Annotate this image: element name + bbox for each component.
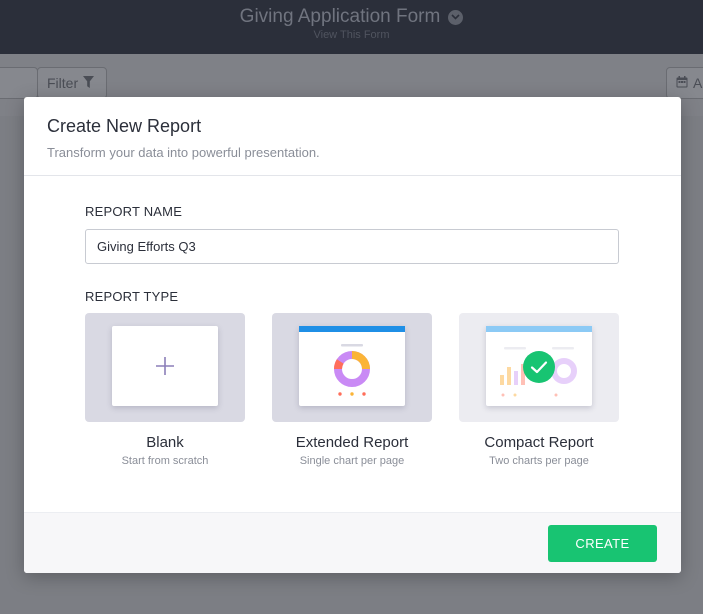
report-name-label: REPORT NAME xyxy=(85,204,183,219)
compact-paper xyxy=(486,326,592,406)
report-type-label-blank: Blank xyxy=(146,434,184,451)
check-icon xyxy=(523,351,555,383)
calendar-icon xyxy=(676,75,688,91)
date-range-label: A xyxy=(693,75,703,91)
extended-paper xyxy=(299,326,405,406)
filter-icon xyxy=(83,75,95,91)
plus-icon xyxy=(156,357,174,375)
date-range-button[interactable]: A xyxy=(666,67,703,99)
view-form-link[interactable]: View This Form xyxy=(0,29,703,41)
report-type-subtitle-blank: Start from scratch xyxy=(121,455,209,467)
report-type-subtitle-compact: Two charts per page xyxy=(489,455,589,467)
report-type-subtitle-extended: Single chart per page xyxy=(299,455,405,467)
form-title[interactable]: Giving Application Form xyxy=(0,6,703,28)
modal-footer: CREATE xyxy=(24,512,681,573)
modal-title: Create New Report xyxy=(47,116,202,136)
report-type-label: REPORT TYPE xyxy=(85,289,179,304)
filter-label: Filter xyxy=(47,75,79,91)
create-report-modal: Create New Report Transform your data in… xyxy=(24,97,681,573)
compact-report-thumbnail xyxy=(459,313,619,422)
create-button[interactable]: CREATE xyxy=(548,525,657,562)
report-type-blank[interactable]: Blank Start from scratch xyxy=(85,313,245,467)
blank-thumbnail xyxy=(85,313,245,422)
extended-report-illustration xyxy=(299,326,405,396)
modal-header: Create New Report Transform your data in… xyxy=(24,97,681,176)
report-name-input[interactable] xyxy=(85,229,619,264)
blank-paper xyxy=(112,326,218,406)
report-type-extended[interactable]: Extended Report Single chart per page xyxy=(272,313,432,467)
modal-body: REPORT NAME REPORT TYPE Blank Start from… xyxy=(24,177,681,513)
extended-report-thumbnail xyxy=(272,313,432,422)
app-header: Giving Application Form View This Form xyxy=(0,0,703,54)
chevron-down-icon[interactable] xyxy=(448,9,464,25)
toolbar-left-button[interactable] xyxy=(0,67,38,99)
form-title-text[interactable]: Giving Application Form xyxy=(240,6,441,28)
modal-description: Transform your data into powerful presen… xyxy=(47,145,320,160)
report-type-label-extended: Extended Report xyxy=(295,434,409,451)
report-type-label-compact: Compact Report xyxy=(484,434,594,451)
report-type-compact[interactable]: Compact Report Two charts per page xyxy=(459,313,619,467)
filter-button[interactable]: Filter xyxy=(37,67,107,99)
